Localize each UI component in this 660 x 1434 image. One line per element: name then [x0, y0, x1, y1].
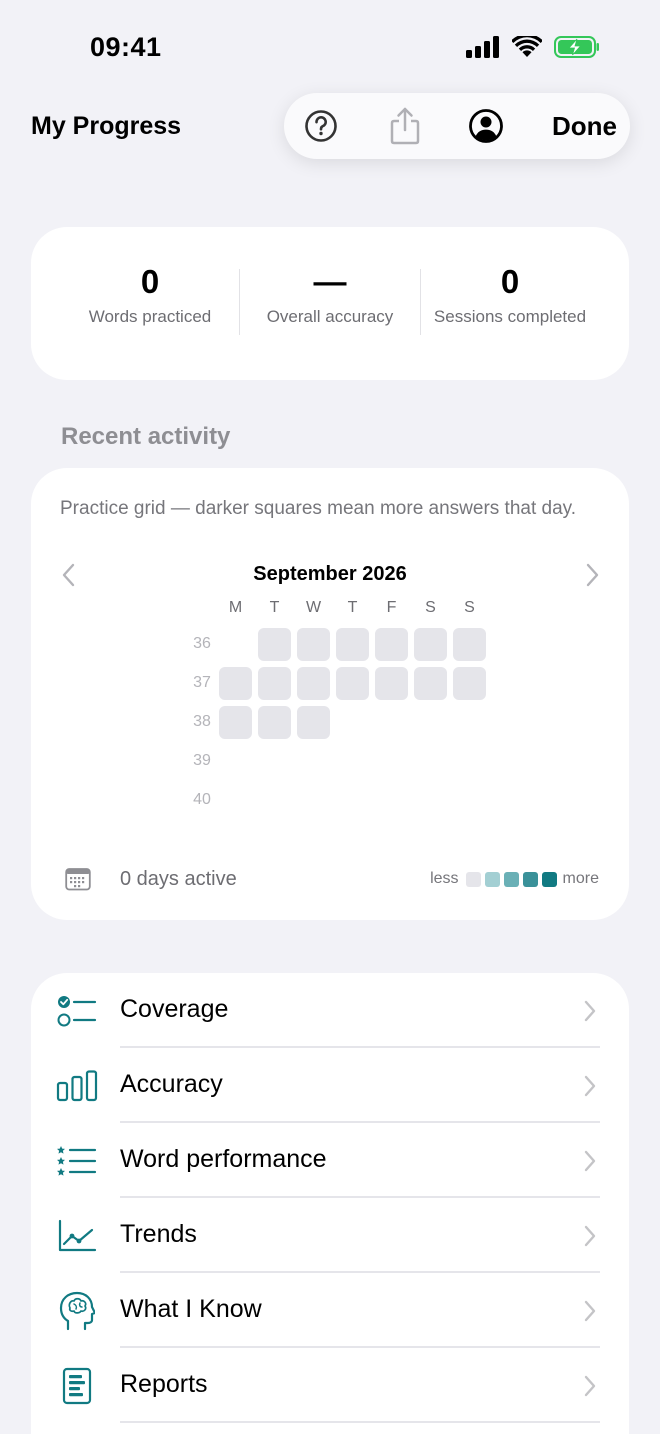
- row-separator: [120, 1421, 600, 1423]
- reports-menu: Coverage Accuracy Word performance Trend…: [31, 973, 629, 1434]
- day-cell[interactable]: [336, 628, 369, 661]
- week-number: 40: [193, 791, 211, 808]
- star-list-icon: [57, 1146, 97, 1176]
- menu-icon-wrap: [55, 1066, 99, 1106]
- day-cell[interactable]: [258, 706, 291, 739]
- menu-item-coverage[interactable]: Coverage: [31, 973, 629, 1048]
- menu-item-reports[interactable]: Reports: [31, 1348, 629, 1423]
- menu-icon-wrap: [55, 1216, 99, 1256]
- legend-less-label: less: [430, 870, 459, 887]
- stat-label: Sessions completed: [433, 307, 587, 326]
- menu-icon-wrap: [55, 1141, 99, 1181]
- week-number: 38: [193, 713, 211, 730]
- stat-value: 0: [500, 263, 520, 300]
- day-cell[interactable]: [297, 706, 330, 739]
- day-cell[interactable]: [297, 667, 330, 700]
- day-cell[interactable]: [258, 628, 291, 661]
- line-chart-icon: [58, 1219, 97, 1252]
- share-button[interactable]: [386, 93, 424, 159]
- battery-charging-icon: [554, 36, 599, 58]
- weekday-label: T: [269, 599, 280, 616]
- menu-item-accuracy[interactable]: Accuracy: [31, 1048, 629, 1123]
- done-button[interactable]: Done: [552, 93, 617, 159]
- help-button[interactable]: [302, 93, 340, 159]
- week-number: 36: [193, 635, 211, 652]
- day-cell[interactable]: [375, 628, 408, 661]
- brain-head-icon: [59, 1291, 95, 1331]
- month-title: September 2026: [253, 563, 407, 585]
- bar-chart-icon: [56, 1070, 98, 1102]
- chevron-right-icon: [584, 1150, 596, 1172]
- calendar-icon: [65, 868, 91, 891]
- menu-item-label: Word performance: [120, 1145, 327, 1173]
- day-cell[interactable]: [414, 628, 447, 661]
- week-number: 37: [193, 674, 211, 691]
- menu-item-what-i-know[interactable]: What I Know: [31, 1273, 629, 1348]
- toolbar: Done: [284, 93, 630, 159]
- legend-swatch: [503, 871, 519, 887]
- progress-screen: 09:41 My Progress Done 0 Words practiced…: [0, 0, 660, 1434]
- weekday-label: M: [228, 599, 243, 616]
- status-bar: 09:41: [0, 0, 660, 90]
- share-icon: [390, 107, 420, 145]
- stats-card: 0 Words practiced — Overall accuracy 0 S…: [31, 227, 629, 380]
- menu-icon-wrap: [55, 1291, 99, 1331]
- recent-activity-header: Recent activity: [61, 423, 231, 450]
- cellular-signal-icon: [466, 36, 499, 58]
- legend-swatch: [484, 871, 500, 887]
- day-cell[interactable]: [453, 667, 486, 700]
- page-title: My Progress: [31, 112, 182, 140]
- menu-item-label: Trends: [120, 1220, 197, 1248]
- weekday-label: W: [305, 599, 322, 616]
- question-circle-icon: [305, 110, 337, 142]
- day-cell[interactable]: [453, 628, 486, 661]
- weekday-label: F: [386, 599, 397, 616]
- days-active-count: 0 days active: [120, 868, 237, 890]
- activity-card: Practice grid — darker squares mean more…: [31, 468, 629, 920]
- day-cell[interactable]: [258, 667, 291, 700]
- next-month-button[interactable]: [580, 562, 604, 588]
- day-cell[interactable]: [414, 667, 447, 700]
- stat-label: Words practiced: [88, 307, 212, 326]
- stat-label: Overall accuracy: [266, 307, 394, 326]
- menu-item-label: Reports: [120, 1370, 208, 1398]
- day-cell[interactable]: [219, 706, 252, 739]
- status-time: 09:41: [90, 32, 162, 62]
- day-cell[interactable]: [375, 667, 408, 700]
- wifi-icon: [512, 36, 542, 57]
- activity-description: Practice grid — darker squares mean more…: [60, 498, 577, 519]
- chevron-right-icon: [584, 1075, 596, 1097]
- day-cell[interactable]: [219, 667, 252, 700]
- status-icons: [466, 36, 600, 58]
- account-button[interactable]: [467, 93, 505, 159]
- activity-legend: less more: [430, 870, 599, 888]
- stat-value: —: [313, 263, 347, 300]
- chevron-right-icon: [584, 1375, 596, 1397]
- day-cell[interactable]: [336, 667, 369, 700]
- menu-item-trends[interactable]: Trends: [31, 1198, 629, 1273]
- menu-item-label: What I Know: [120, 1295, 262, 1323]
- report-document-icon: [62, 1367, 92, 1405]
- day-cell[interactable]: [297, 628, 330, 661]
- legend-more-label: more: [562, 870, 599, 887]
- menu-icon-wrap: [55, 991, 99, 1031]
- menu-item-label: Coverage: [120, 995, 229, 1023]
- legend-swatch: [541, 871, 557, 887]
- stat-value: 0: [140, 263, 160, 300]
- checklist-icon: [57, 996, 97, 1027]
- menu-icon-wrap: [55, 1366, 99, 1406]
- weekday-label: S: [464, 599, 475, 616]
- weekday-label: T: [347, 599, 358, 616]
- menu-item-word-performance[interactable]: Word performance: [31, 1123, 629, 1198]
- person-circle-icon: [469, 109, 503, 143]
- weekday-label: S: [425, 599, 436, 616]
- legend-swatch: [465, 871, 481, 887]
- week-number: 39: [193, 752, 211, 769]
- chevron-right-icon: [584, 1300, 596, 1322]
- chevron-right-icon: [586, 563, 599, 587]
- chevron-right-icon: [584, 1000, 596, 1022]
- legend-swatch: [522, 871, 538, 887]
- chevron-right-icon: [584, 1225, 596, 1247]
- menu-item-label: Accuracy: [120, 1070, 223, 1098]
